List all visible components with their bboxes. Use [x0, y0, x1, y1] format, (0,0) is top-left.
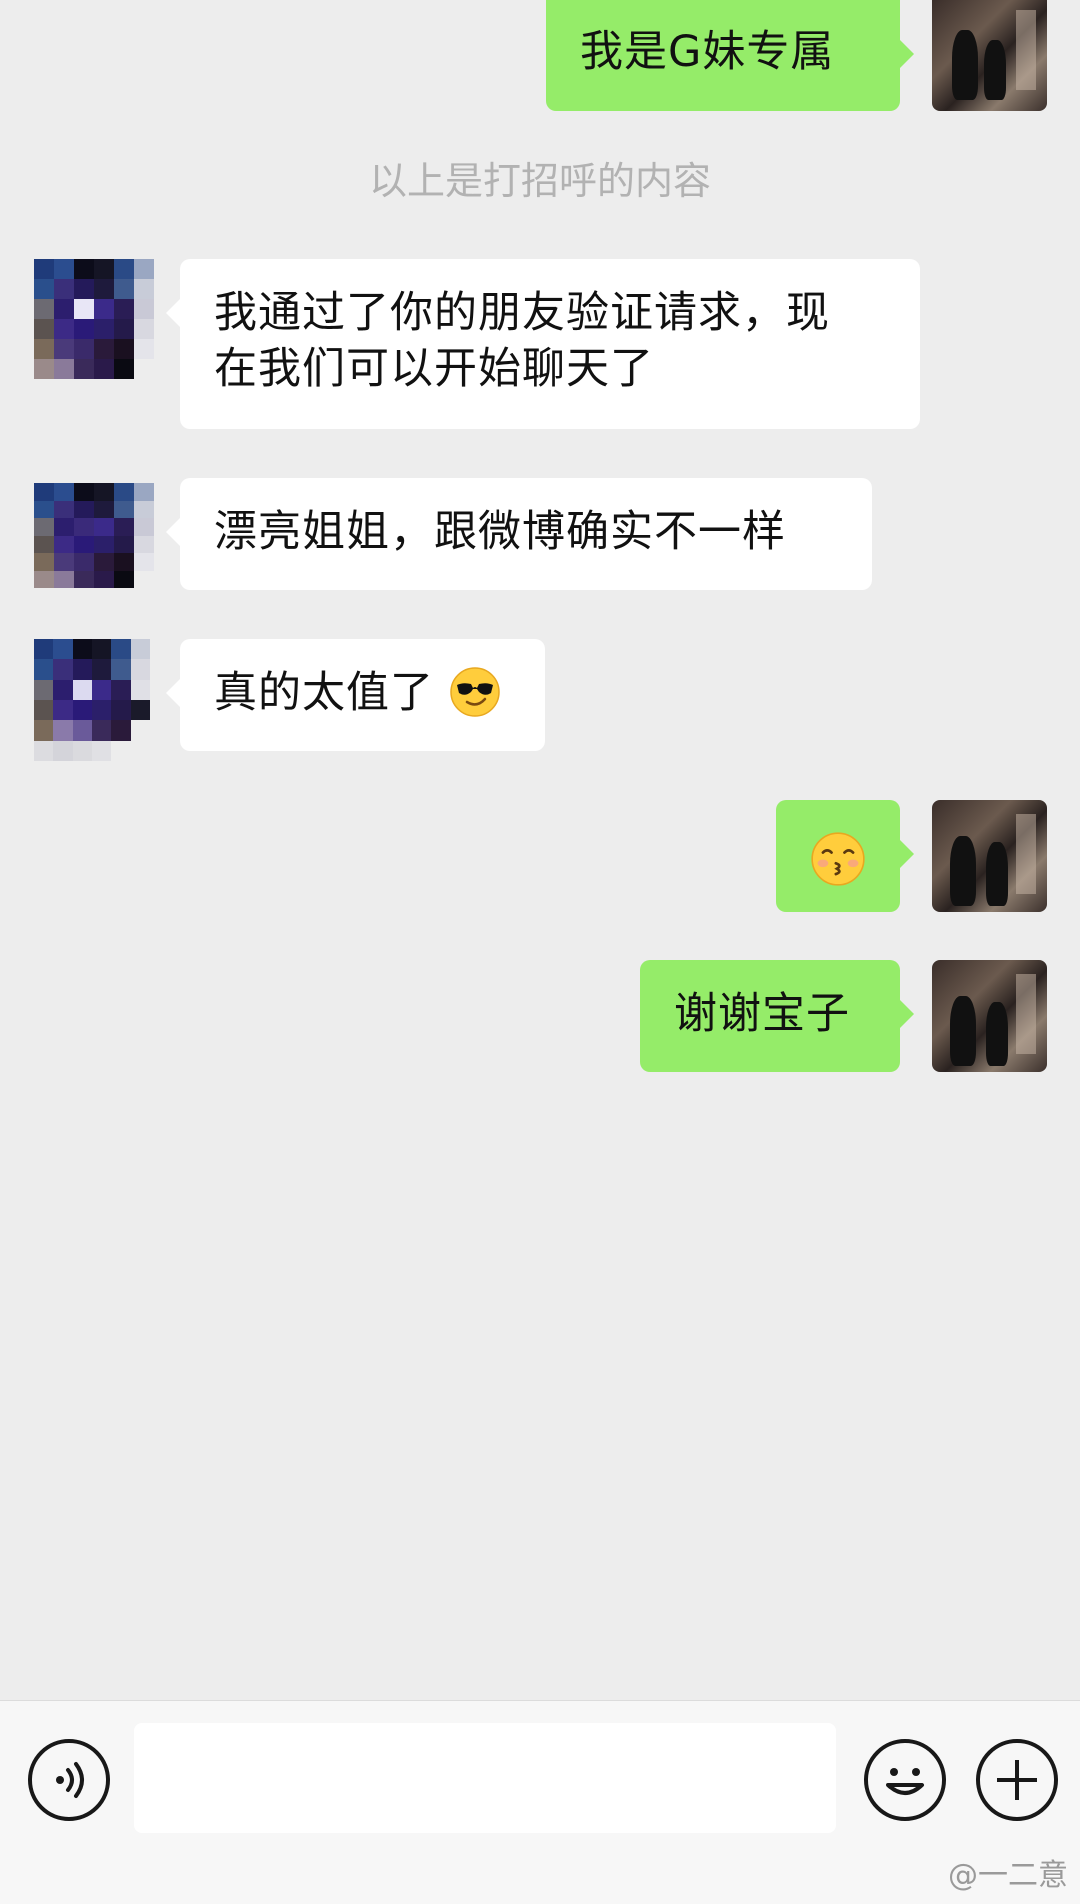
system-note: 以上是打招呼的内容: [368, 159, 711, 203]
smiley-glyph: [886, 1768, 924, 1795]
plus-icon[interactable]: [976, 1739, 1058, 1821]
emoji-icon[interactable]: [864, 1739, 946, 1821]
message-text: 漂亮姐姐，跟微博确实不一样: [214, 507, 786, 557]
contact-avatar[interactable]: [34, 639, 150, 761]
self-avatar[interactable]: [932, 800, 1047, 912]
watermark: @一二意: [948, 1858, 1068, 1893]
voice-icon-glyph: [56, 1762, 84, 1798]
plus-glyph: [997, 1760, 1037, 1800]
message-input[interactable]: [134, 1723, 836, 1833]
message-bubble-sent[interactable]: 谢谢宝子: [640, 960, 914, 1072]
sunglasses-emoji-icon: [449, 666, 500, 717]
self-avatar[interactable]: [932, 0, 1047, 111]
message-text-line: 在我们可以开始聊天了: [214, 344, 654, 394]
message-bubble-received[interactable]: 漂亮姐姐，跟微博确实不一样: [166, 478, 872, 590]
chat-area: 我是G妹专属 以上是打招呼的内容 我通过了你的朋友验证请求，现 在我们可以开始聊…: [0, 0, 1080, 1700]
kissing-emoji-icon: [811, 831, 865, 886]
message-text: 我是G妹专属: [580, 27, 835, 77]
self-avatar[interactable]: [932, 960, 1047, 1072]
message-text: 谢谢宝子: [674, 989, 850, 1039]
input-bar: @一二意: [0, 1700, 1080, 1904]
message-text: 真的太值了: [214, 668, 434, 718]
message-bubble-received[interactable]: 真的太值了: [166, 639, 545, 751]
message-text-line: 我通过了你的朋友验证请求，现: [214, 288, 830, 338]
message-bubble-sent[interactable]: [776, 800, 914, 912]
message-bubble-sent[interactable]: 我是G妹专属: [546, 0, 914, 111]
message-bubble-received[interactable]: 我通过了你的朋友验证请求，现 在我们可以开始聊天了: [166, 259, 920, 429]
voice-icon[interactable]: [28, 1739, 110, 1821]
contact-avatar[interactable]: [34, 259, 154, 379]
contact-avatar[interactable]: [34, 483, 154, 588]
